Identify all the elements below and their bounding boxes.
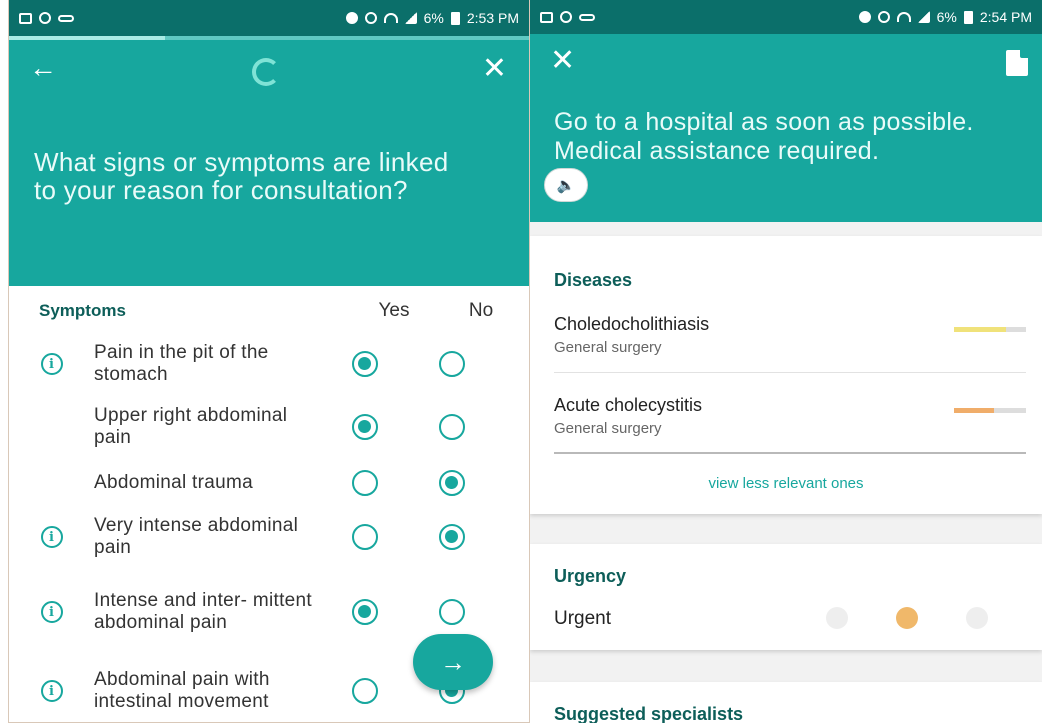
view-less-relevant-link[interactable]: view less relevant ones — [530, 475, 1042, 492]
next-button[interactable]: → — [413, 634, 493, 690]
alarm-icon — [364, 12, 377, 24]
nfc-icon — [858, 11, 871, 23]
no-column-label: No — [468, 300, 494, 321]
close-icon[interactable]: ✕ — [550, 46, 575, 76]
signal-icon — [404, 12, 417, 24]
disease-specialty: General surgery — [554, 420, 662, 437]
battery-percent: 6% — [936, 9, 957, 25]
symptom-label: Pain in the pit of the stomach — [94, 342, 269, 385]
wifi-icon — [896, 12, 911, 22]
info-icon[interactable]: i — [40, 353, 63, 375]
status-bar: 6% 2:53 PM — [9, 0, 529, 36]
symptom-label: Abdominal pain with intestinal movement — [94, 669, 270, 712]
no-radio[interactable] — [439, 524, 465, 550]
speaker-button[interactable]: 🔈 — [544, 168, 588, 202]
advice-text: Go to a hospital as soon as possible. Me… — [554, 108, 994, 166]
gallery-icon — [540, 11, 553, 23]
speaker-icon: 🔈 — [556, 177, 576, 194]
voicemail-icon — [58, 14, 74, 22]
relevance-bar — [954, 408, 1026, 413]
specialists-title: Suggested specialists — [554, 704, 744, 723]
voicemail-icon — [579, 13, 595, 21]
disease-specialty: General surgery — [554, 339, 662, 356]
symptom-row: Upper right abdominal pain — [9, 396, 529, 458]
yes-radio[interactable] — [352, 678, 378, 704]
urgency-dot — [896, 607, 918, 629]
symptom-label: Intense and inter- mittent abdominal pai… — [94, 590, 312, 633]
yes-radio[interactable] — [352, 470, 378, 496]
symptom-label: Upper right abdominal pain — [94, 405, 288, 448]
yes-radio[interactable] — [352, 414, 378, 440]
symptom-label: Very intense abdominal pain — [94, 515, 299, 558]
status-bar: 6% 2:54 PM — [530, 0, 1042, 34]
divider — [554, 372, 1026, 373]
relevance-fill — [954, 408, 994, 413]
app-logo-icon — [252, 58, 280, 86]
arrow-right-icon: → — [440, 646, 466, 677]
yes-column-label: Yes — [378, 300, 410, 321]
info-icon[interactable]: i — [40, 680, 63, 702]
urgency-card: Urgency Urgent — [530, 544, 1042, 650]
divider — [554, 452, 1026, 454]
disease-name: Choledocholithiasis — [554, 314, 710, 334]
diseases-title: Diseases — [554, 270, 633, 290]
yes-radio[interactable] — [352, 599, 378, 625]
symptom-row: i Pain in the pit of the stomach — [9, 332, 529, 396]
symptoms-screen: 6% 2:53 PM ← ✕ What signs or symptoms ar… — [8, 0, 530, 723]
chrome-icon — [39, 12, 51, 24]
specialists-card: Suggested specialists — [530, 682, 1042, 723]
wifi-icon — [383, 13, 398, 23]
diseases-card: Diseases Choledocholithiasis General sur… — [530, 236, 1042, 514]
chrome-icon — [560, 11, 572, 23]
urgency-title: Urgency — [554, 566, 627, 586]
battery-icon — [963, 10, 973, 24]
advice-line-2: Medical assistance required. — [554, 137, 880, 165]
urgency-dot — [826, 607, 848, 629]
no-radio[interactable] — [439, 414, 465, 440]
back-arrow-icon[interactable]: ← — [29, 54, 57, 82]
clock: 2:54 PM — [979, 9, 1032, 25]
relevance-fill — [954, 327, 1006, 332]
gallery-icon — [19, 12, 32, 24]
urgency-value: Urgent — [554, 608, 612, 629]
battery-icon — [450, 11, 460, 25]
symptom-row: Abdominal trauma — [9, 458, 529, 508]
symptom-label: Abdominal trauma — [94, 472, 253, 493]
battery-percent: 6% — [423, 10, 444, 26]
yes-radio[interactable] — [352, 351, 378, 377]
close-icon[interactable]: ✕ — [482, 54, 507, 84]
info-icon[interactable]: i — [40, 601, 63, 623]
symptom-row: i Very intense abdominal pain — [9, 508, 529, 566]
advice-line-1: Go to a hospital as soon as possible. — [554, 108, 974, 136]
no-radio[interactable] — [439, 351, 465, 377]
no-radio[interactable] — [439, 599, 465, 625]
nfc-icon — [345, 12, 358, 24]
symptoms-title: Symptoms — [39, 301, 126, 320]
relevance-bar — [954, 327, 1026, 332]
question-text: What signs or symptoms are linked to you… — [34, 147, 449, 205]
urgency-dot — [966, 607, 988, 629]
no-radio[interactable] — [439, 470, 465, 496]
advice-header: ✕ Go to a hospital as soon as possible. … — [530, 34, 1042, 222]
symptoms-table-header: Symptoms Yes No — [9, 286, 529, 332]
document-icon[interactable] — [1006, 50, 1028, 76]
results-screen: 6% 2:54 PM ✕ Go to a hospital as soon as… — [530, 0, 1042, 723]
disease-name: Acute cholecystitis — [554, 395, 703, 415]
signal-icon — [917, 11, 930, 23]
alarm-icon — [877, 11, 890, 23]
yes-radio[interactable] — [352, 524, 378, 550]
clock: 2:53 PM — [466, 10, 519, 26]
question-header: ← ✕ What signs or symptoms are linked to… — [9, 40, 529, 286]
info-icon[interactable]: i — [40, 526, 63, 548]
